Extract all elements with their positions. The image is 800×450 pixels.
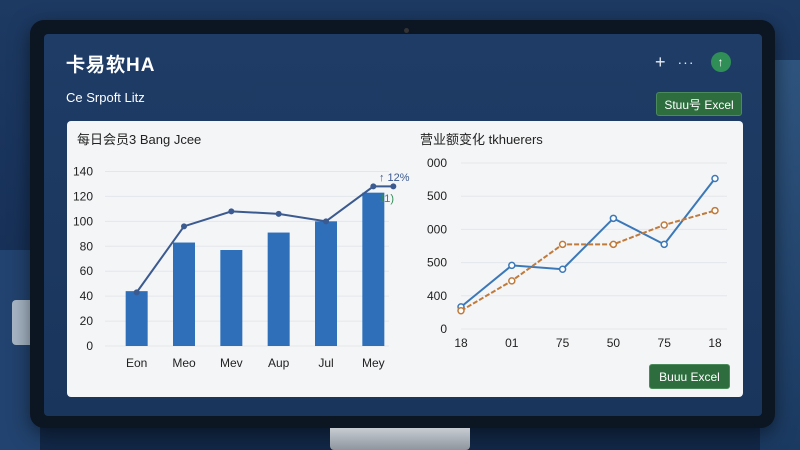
y-tick-label: 80 [80, 239, 94, 253]
series-point [660, 240, 668, 249]
y-tick-label: 60 [80, 264, 94, 278]
bar [173, 242, 195, 346]
x-tick-label: 18 [454, 336, 468, 350]
y-tick-label: 2500 [427, 189, 447, 203]
dashboard-panel: 每日会员3 Bang Jcee 营业额变化 tkhuerers 0 20 40 60 8… [67, 121, 743, 397]
series-point [609, 214, 618, 223]
trend-point [370, 183, 377, 190]
upload-icon[interactable]: ↑ [710, 52, 731, 72]
x-tick-label: Jul [318, 356, 333, 370]
series-point [457, 306, 465, 315]
trend-point [323, 218, 329, 225]
x-tick-label: Meo [172, 356, 196, 370]
x-tick-label: 01 [505, 336, 519, 350]
monitor-stand [330, 428, 470, 450]
top-toolbar: + ··· ↑ [655, 52, 731, 72]
export-excel-button-bottom[interactable]: Buuu Excel [649, 364, 730, 389]
growth-annotation-secondary: 11) [379, 193, 394, 205]
webcam [404, 28, 409, 33]
bar [125, 291, 148, 346]
member-bar-chart: 0 20 40 60 80 100 120 140 Eon Meo Mev Aup Jul Mey ↑ 12… [73, 164, 410, 370]
series-point [558, 240, 567, 249]
y-tick-label: 100 [73, 214, 93, 228]
plus-icon[interactable]: + [655, 52, 666, 72]
series-point [609, 240, 618, 249]
trend-point [228, 208, 235, 215]
y-tick-label: 40 [80, 289, 94, 303]
x-tick-label: 18 [708, 336, 722, 350]
series-point [711, 174, 719, 183]
y-tick-label: 0 [440, 322, 447, 336]
y-tick-label: 120 [73, 189, 93, 203]
bar [267, 232, 290, 346]
series-point [508, 277, 516, 285]
x-tick-label: Aup [268, 356, 290, 370]
trend-point [390, 183, 397, 190]
series-point [660, 221, 668, 229]
y-tick-label: 20 [80, 314, 94, 328]
series-point [711, 206, 719, 215]
trend-point [133, 289, 140, 296]
app-title: 卡易软HA [66, 55, 156, 76]
more-icon[interactable]: ··· [678, 52, 695, 72]
bar [315, 221, 337, 346]
bar [220, 250, 243, 346]
x-tick-label: Mey [362, 356, 385, 370]
y-tick-label: 1500 [427, 256, 447, 270]
x-tick-label: 50 [607, 336, 621, 350]
trend-point [181, 223, 187, 230]
series-point [508, 261, 516, 270]
x-tick-label: 75 [556, 336, 570, 350]
revenue-line-chart: 0 400 1500 1000 2500 3000 18 01 75 50 75 18 [427, 156, 727, 350]
y-tick-label: 1000 [427, 222, 447, 236]
growth-annotation: ↑ 12% [379, 172, 410, 184]
page-subtitle: Ce Srpoft Litz [66, 90, 145, 105]
x-tick-label: Mev [220, 356, 243, 370]
series-point [558, 265, 567, 273]
y-tick-label: 400 [427, 289, 447, 303]
trend-point [275, 210, 282, 217]
y-tick-label: 3000 [427, 156, 447, 170]
y-tick-label: 140 [73, 164, 93, 178]
export-excel-button-top[interactable]: Stuu号 Excel [656, 92, 742, 116]
bar [362, 192, 385, 346]
y-tick-label: 0 [86, 339, 93, 353]
x-tick-label: Eon [126, 356, 147, 370]
x-tick-label: 75 [658, 336, 672, 350]
